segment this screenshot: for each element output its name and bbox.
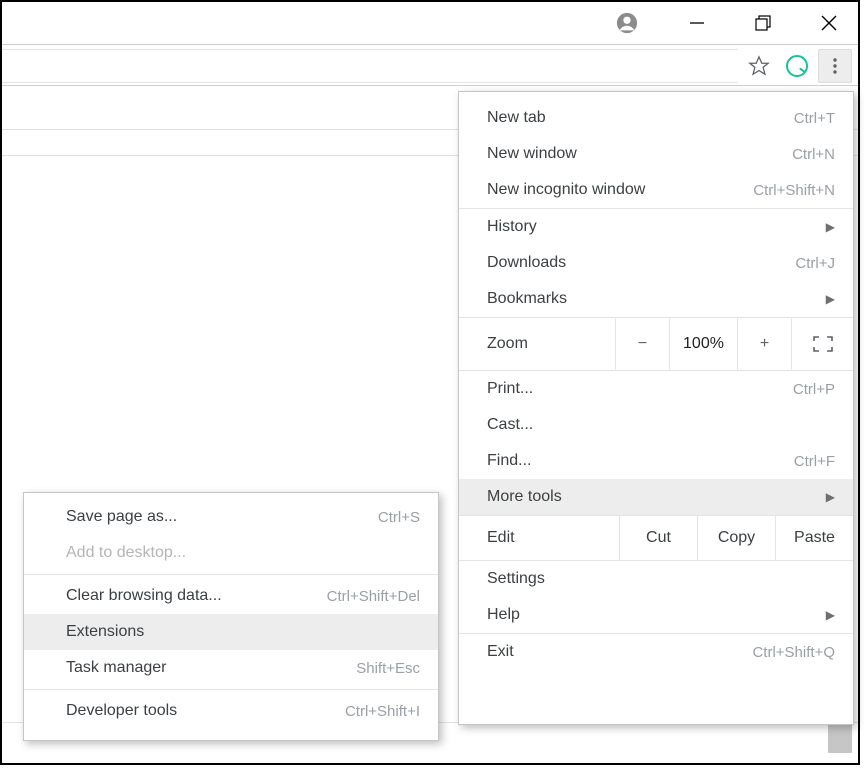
menu-item-label: Clear browsing data... xyxy=(66,587,222,605)
zoom-label: Zoom xyxy=(459,335,615,353)
menu-item-shortcut: Ctrl+S xyxy=(378,509,420,526)
menu-item-label: Bookmarks xyxy=(487,290,567,308)
chevron-right-icon: ▶ xyxy=(826,292,835,306)
menu-item-label: Add to desktop... xyxy=(66,544,186,562)
minimize-button[interactable] xyxy=(686,12,708,34)
submenu-extensions[interactable]: Extensions xyxy=(24,614,438,650)
menu-new-tab[interactable]: New tab Ctrl+T xyxy=(459,100,853,136)
menu-item-shortcut: Ctrl+P xyxy=(793,381,835,398)
grammarly-extension-icon[interactable] xyxy=(780,49,814,83)
chevron-right-icon: ▶ xyxy=(826,220,835,234)
menu-print[interactable]: Print... Ctrl+P xyxy=(459,371,853,407)
chevron-right-icon: ▶ xyxy=(826,490,835,504)
menu-item-shortcut: Ctrl+Shift+Del xyxy=(327,588,420,605)
menu-item-shortcut: Shift+Esc xyxy=(356,660,420,677)
menu-help[interactable]: Help ▶ xyxy=(459,597,853,633)
menu-item-label: Help xyxy=(487,606,520,624)
titlebar xyxy=(2,2,858,44)
menu-item-shortcut: Ctrl+N xyxy=(792,146,835,163)
submenu-task-manager[interactable]: Task manager Shift+Esc xyxy=(24,650,438,686)
menu-item-label: Cast... xyxy=(487,416,533,434)
submenu-developer-tools[interactable]: Developer tools Ctrl+Shift+I xyxy=(24,693,438,729)
menu-item-label: History xyxy=(487,218,537,236)
menu-exit[interactable]: Exit Ctrl+Shift+Q xyxy=(459,634,853,670)
bookmark-star-icon[interactable] xyxy=(742,49,776,83)
menu-settings[interactable]: Settings xyxy=(459,561,853,597)
submenu-save-page-as[interactable]: Save page as... Ctrl+S xyxy=(24,499,438,535)
browser-window: New tab Ctrl+T New window Ctrl+N New inc… xyxy=(0,0,860,765)
menu-item-label: Settings xyxy=(487,570,545,588)
menu-item-shortcut: Ctrl+J xyxy=(795,255,835,272)
zoom-in-button[interactable]: + xyxy=(737,318,791,370)
menu-item-label: Print... xyxy=(487,380,533,398)
address-bar-row xyxy=(2,44,858,86)
omnibox[interactable] xyxy=(2,49,738,83)
menu-downloads[interactable]: Downloads Ctrl+J xyxy=(459,245,853,281)
menu-incognito[interactable]: New incognito window Ctrl+Shift+N xyxy=(459,172,853,208)
edit-cut-button[interactable]: Cut xyxy=(619,516,697,560)
menu-item-label: Find... xyxy=(487,452,531,470)
profile-icon[interactable] xyxy=(616,12,638,34)
menu-item-label: Extensions xyxy=(66,623,144,641)
submenu-clear-browsing-data[interactable]: Clear browsing data... Ctrl+Shift+Del xyxy=(24,578,438,614)
menu-zoom-row: Zoom − 100% + xyxy=(459,317,853,371)
chrome-main-menu: New tab Ctrl+T New window Ctrl+N New inc… xyxy=(458,91,854,725)
chrome-menu-button[interactable] xyxy=(818,49,852,83)
fullscreen-button[interactable] xyxy=(791,318,853,370)
edit-paste-button[interactable]: Paste xyxy=(775,516,853,560)
edit-label: Edit xyxy=(459,529,619,547)
close-button[interactable] xyxy=(818,12,840,34)
menu-cast[interactable]: Cast... xyxy=(459,407,853,443)
menu-more-tools[interactable]: More tools ▶ xyxy=(459,479,853,515)
menu-item-label: Downloads xyxy=(487,254,566,272)
menu-item-label: Task manager xyxy=(66,659,167,677)
submenu-add-to-desktop: Add to desktop... xyxy=(24,535,438,571)
menu-item-label: Exit xyxy=(487,643,514,661)
menu-new-window[interactable]: New window Ctrl+N xyxy=(459,136,853,172)
zoom-value: 100% xyxy=(669,318,737,370)
menu-item-label: More tools xyxy=(487,488,562,506)
edit-copy-button[interactable]: Copy xyxy=(697,516,775,560)
zoom-out-button[interactable]: − xyxy=(615,318,669,370)
more-tools-submenu: Save page as... Ctrl+S Add to desktop...… xyxy=(23,492,439,741)
menu-edit-row: Edit Cut Copy Paste xyxy=(459,516,853,560)
menu-item-shortcut: Ctrl+Shift+Q xyxy=(752,644,835,661)
menu-item-shortcut: Ctrl+Shift+I xyxy=(345,703,420,720)
menu-item-label: New tab xyxy=(487,109,546,127)
chevron-right-icon: ▶ xyxy=(826,608,835,622)
maximize-button[interactable] xyxy=(752,12,774,34)
menu-item-label: New window xyxy=(487,145,577,163)
menu-item-shortcut: Ctrl+T xyxy=(794,110,835,127)
menu-item-shortcut: Ctrl+Shift+N xyxy=(753,182,835,199)
menu-item-label: New incognito window xyxy=(487,181,645,199)
menu-find[interactable]: Find... Ctrl+F xyxy=(459,443,853,479)
menu-bookmarks[interactable]: Bookmarks ▶ xyxy=(459,281,853,317)
menu-item-shortcut: Ctrl+F xyxy=(794,453,835,470)
menu-item-label: Save page as... xyxy=(66,508,177,526)
menu-item-label: Developer tools xyxy=(66,702,177,720)
menu-history[interactable]: History ▶ xyxy=(459,209,853,245)
